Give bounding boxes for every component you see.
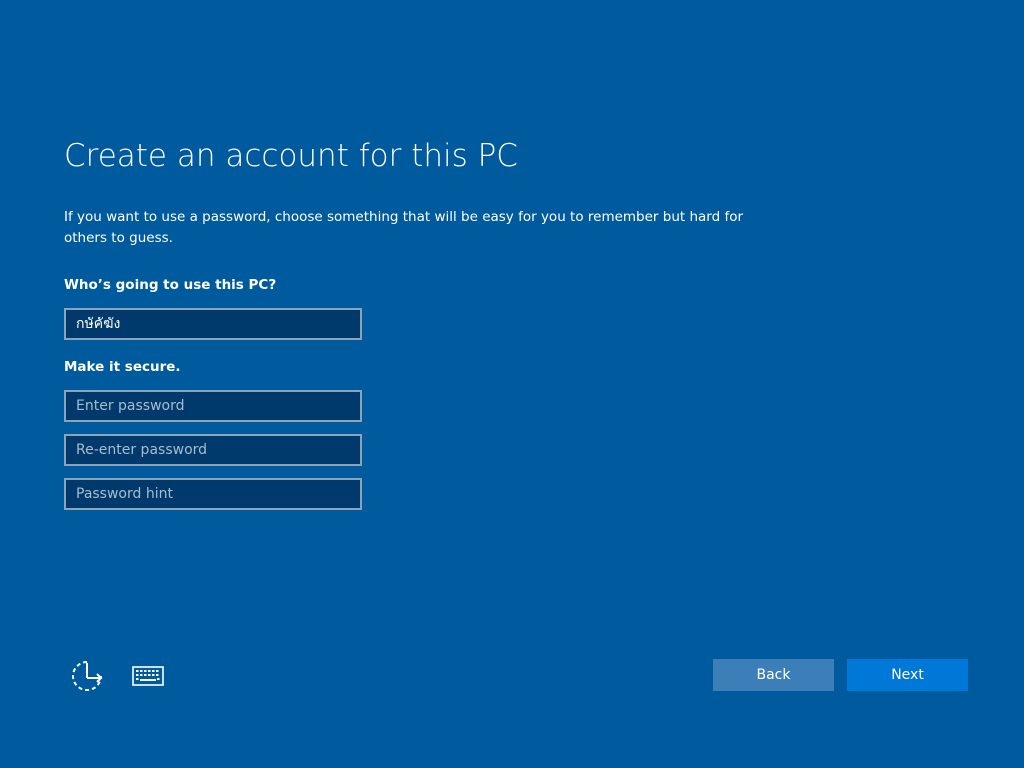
password-hint-field[interactable] <box>64 478 362 510</box>
keyboard-icon[interactable] <box>128 656 168 696</box>
next-button[interactable]: Next <box>847 659 968 691</box>
username-field[interactable] <box>64 308 362 340</box>
reenter-password-field[interactable] <box>64 434 362 466</box>
page-description: If you want to use a password, choose so… <box>64 209 744 246</box>
password-field[interactable] <box>64 390 362 422</box>
secure-section-label: Make it secure. <box>64 359 181 375</box>
oobe-account-screen: Create an account for this PC If you wan… <box>0 0 1024 768</box>
user-section-label: Who’s going to use this PC? <box>64 277 277 293</box>
page-title: Create an account for this PC <box>64 138 518 174</box>
back-button[interactable]: Back <box>713 659 834 691</box>
ease-of-access-icon[interactable] <box>67 656 107 696</box>
